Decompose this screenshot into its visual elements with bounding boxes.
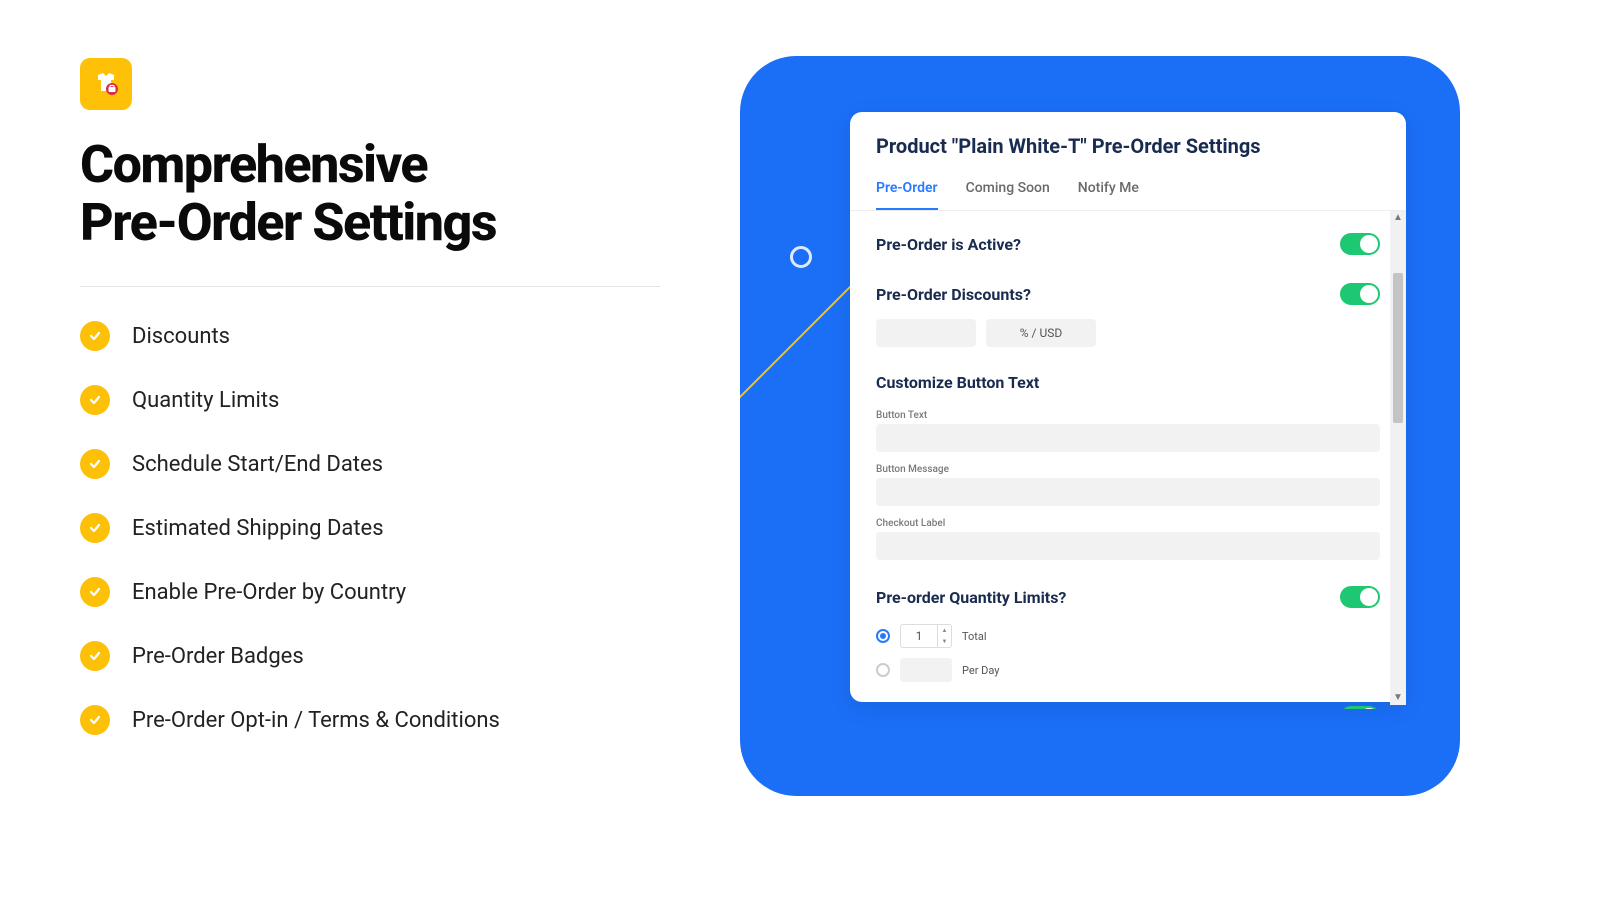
list-item: Discounts <box>80 321 660 351</box>
setting-label-active: Pre-Order is Active? <box>876 235 1021 254</box>
panel-title: Product "Plain White-T" Pre-Order Settin… <box>850 134 1406 170</box>
feature-text: Estimated Shipping Dates <box>132 516 384 541</box>
qty-perday-label: Per Day <box>962 664 1000 677</box>
device-frame: Product "Plain White-T" Pre-Order Settin… <box>740 56 1460 796</box>
feature-text: Pre-Order Opt-in / Terms & Conditions <box>132 708 500 733</box>
feature-text: Pre-Order Badges <box>132 644 304 669</box>
check-icon <box>80 577 110 607</box>
setting-label-qty-limits: Pre-order Quantity Limits? <box>876 588 1066 607</box>
check-icon <box>80 513 110 543</box>
check-icon <box>80 321 110 351</box>
qty-total-label: Total <box>962 630 987 643</box>
setting-label-discounts: Pre-Order Discounts? <box>876 285 1031 304</box>
scroll-up-icon[interactable]: ▲ <box>1393 213 1403 223</box>
check-icon <box>80 385 110 415</box>
list-item: Enable Pre-Order by Country <box>80 577 660 607</box>
feature-text: Discounts <box>132 324 230 349</box>
headline-line-2: Pre-Order Settings <box>80 192 496 253</box>
panel-body: ▲ ▼ Pre-Order is Active? Pre-Order Disco… <box>850 211 1406 709</box>
setting-label-schedule: Schedule Pre-Orders <box>876 708 1026 710</box>
qty-perday-input[interactable] <box>900 658 952 682</box>
list-item: Estimated Shipping Dates <box>80 513 660 543</box>
tab-bar: Pre-Order Coming Soon Notify Me <box>850 170 1406 211</box>
radio-qty-perday[interactable] <box>876 663 890 677</box>
feature-text: Schedule Start/End Dates <box>132 452 383 477</box>
radio-qty-total[interactable] <box>876 629 890 643</box>
divider <box>80 286 660 287</box>
input-checkout-label[interactable] <box>876 532 1380 560</box>
label-button-text: Button Text <box>876 410 1380 421</box>
input-button-text[interactable] <box>876 424 1380 452</box>
feature-text: Quantity Limits <box>132 388 279 413</box>
headline-line-1: Comprehensive <box>80 134 427 195</box>
list-item: Pre-Order Opt-in / Terms & Conditions <box>80 705 660 735</box>
list-item: Quantity Limits <box>80 385 660 415</box>
scrollbar-track[interactable]: ▲ ▼ <box>1390 211 1406 705</box>
toggle-schedule[interactable] <box>1340 706 1380 709</box>
feature-text: Enable Pre-Order by Country <box>132 580 406 605</box>
input-button-message[interactable] <box>876 478 1380 506</box>
scroll-down-icon[interactable]: ▼ <box>1393 693 1403 703</box>
settings-panel: Product "Plain White-T" Pre-Order Settin… <box>850 112 1406 702</box>
tab-coming-soon[interactable]: Coming Soon <box>966 170 1050 210</box>
stepper-arrows-icon[interactable]: ▲▼ <box>937 625 951 647</box>
toggle-qty-limits[interactable] <box>1340 586 1380 608</box>
list-item: Schedule Start/End Dates <box>80 449 660 479</box>
scrollbar-thumb[interactable] <box>1393 273 1403 423</box>
qty-total-value: 1 <box>901 629 937 643</box>
section-customize-button: Customize Button Text <box>876 373 1039 392</box>
check-icon <box>80 705 110 735</box>
toggle-discounts[interactable] <box>1340 283 1380 305</box>
decor-ring-icon <box>790 246 812 268</box>
headline: Comprehensive Pre-Order Settings <box>80 136 660 252</box>
label-checkout-label: Checkout Label <box>876 518 1380 529</box>
label-button-message: Button Message <box>876 464 1380 475</box>
check-icon <box>80 641 110 671</box>
check-icon <box>80 449 110 479</box>
qty-total-stepper[interactable]: 1 ▲▼ <box>900 624 952 648</box>
app-logo-icon <box>80 58 132 110</box>
toggle-active[interactable] <box>1340 233 1380 255</box>
list-item: Pre-Order Badges <box>80 641 660 671</box>
feature-list: Discounts Quantity Limits Schedule Start… <box>80 321 660 735</box>
tab-pre-order[interactable]: Pre-Order <box>876 170 938 210</box>
discount-unit-select[interactable]: % / USD <box>986 319 1096 347</box>
discount-amount-input[interactable] <box>876 319 976 347</box>
tab-notify-me[interactable]: Notify Me <box>1078 170 1139 210</box>
